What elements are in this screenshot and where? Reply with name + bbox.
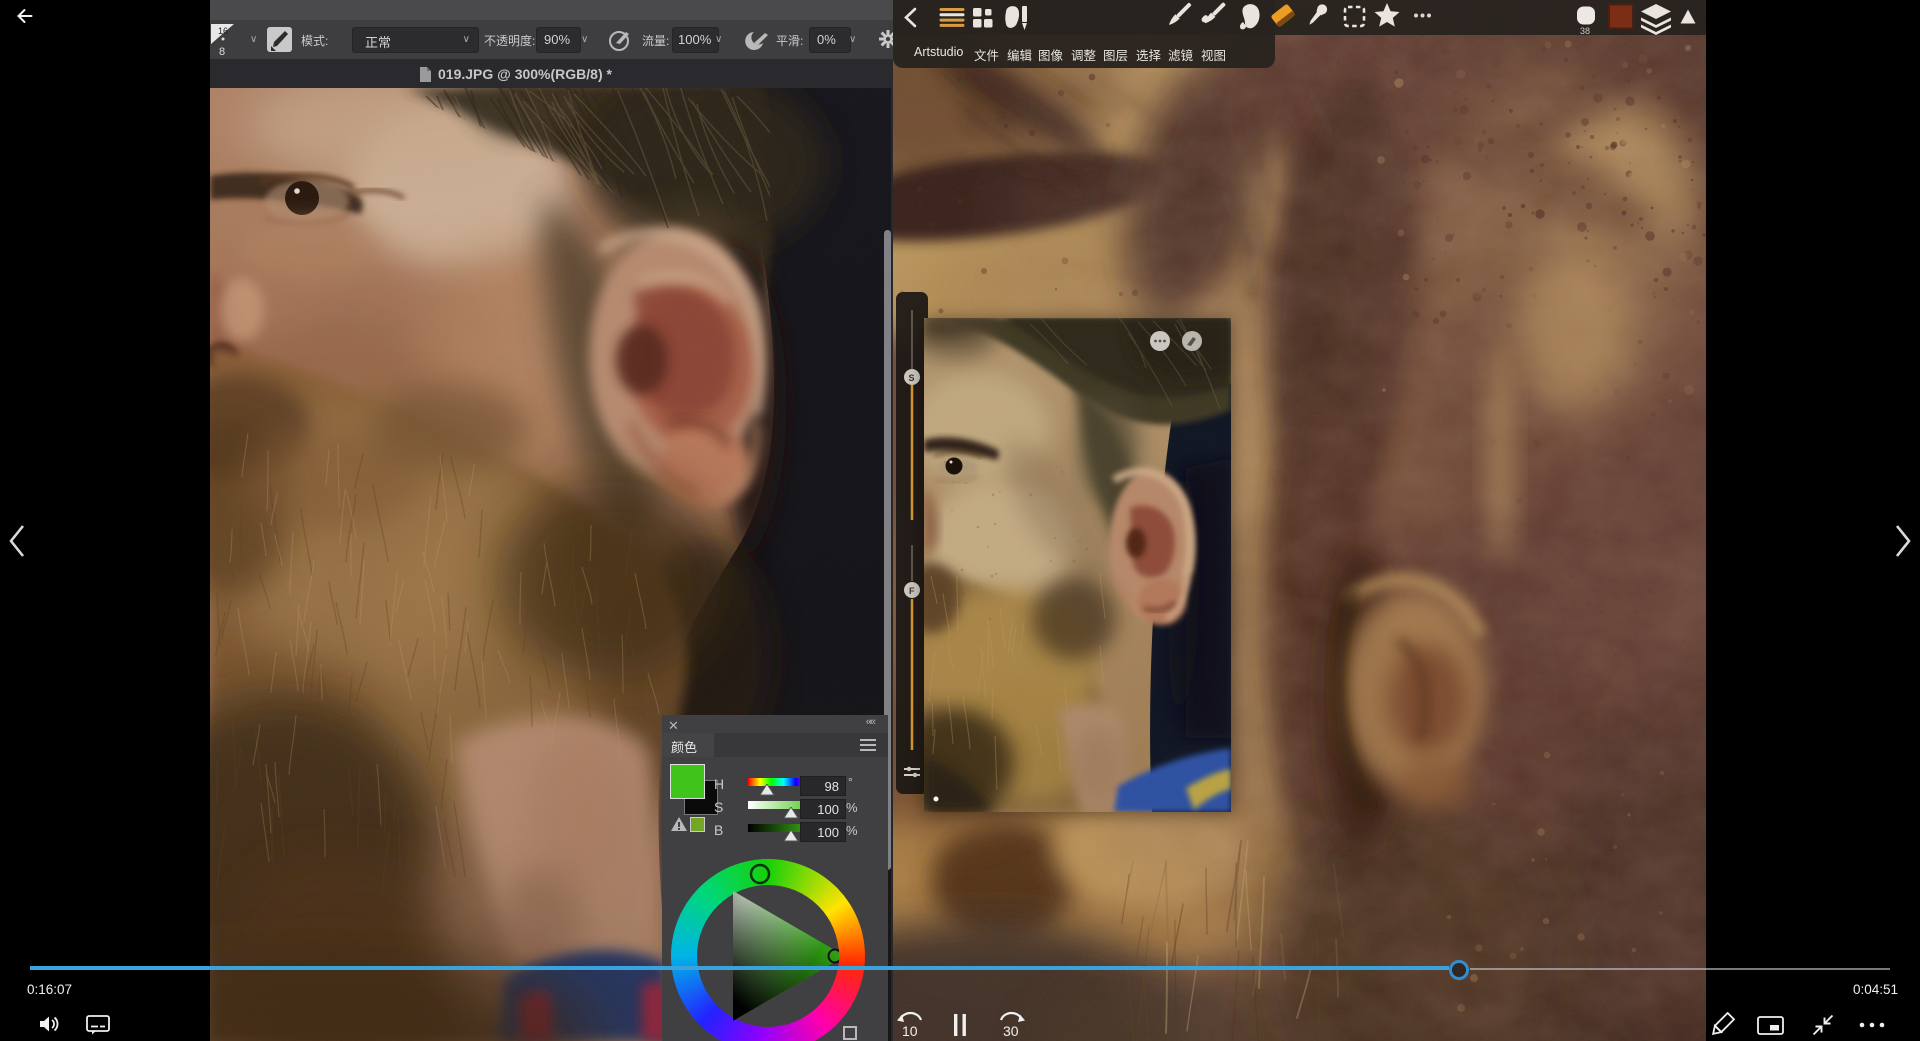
svg-text:F: F	[909, 586, 915, 596]
svg-text:8: 8	[219, 46, 225, 58]
svg-text:38: 38	[1580, 26, 1590, 35]
svg-text:S: S	[909, 373, 915, 383]
svg-text:30: 30	[1003, 1023, 1019, 1038]
svg-text:10: 10	[902, 1023, 918, 1038]
svg-text:16: 16	[218, 26, 228, 36]
